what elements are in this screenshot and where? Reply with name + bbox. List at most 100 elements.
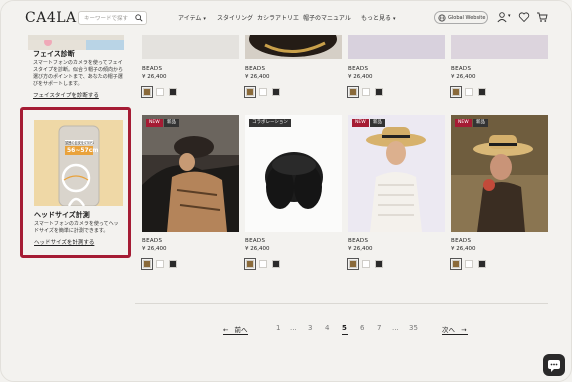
page-link[interactable]: 1 <box>276 324 280 332</box>
logo[interactable]: CA4LA <box>25 10 77 26</box>
color-swatch-white[interactable] <box>465 88 473 96</box>
next-underline <box>442 334 468 335</box>
arrow-left-icon: ← <box>223 326 229 334</box>
product-name[interactable]: BEADS <box>245 238 265 244</box>
badge-new: NEW <box>352 119 369 127</box>
badge-exclusive: 新品 <box>370 119 385 127</box>
product-price: ¥ 26,400 <box>142 246 167 252</box>
color-swatch-black[interactable] <box>272 88 280 96</box>
color-swatch-black[interactable] <box>169 260 177 268</box>
search-placeholder: キーワードで探す <box>84 16 129 22</box>
globe-icon <box>438 14 446 22</box>
product-price: ¥ 26,400 <box>348 246 373 252</box>
product-name[interactable]: BEADS <box>451 66 471 72</box>
product-price: ¥ 26,400 <box>142 74 167 80</box>
product-image[interactable] <box>451 35 548 59</box>
product-price: ¥ 26,400 <box>451 246 476 252</box>
color-swatch-brown[interactable] <box>347 258 359 270</box>
product-name[interactable]: BEADS <box>142 238 162 244</box>
color-swatch-black[interactable] <box>478 88 486 96</box>
nav-item-styling[interactable]: スタイリング <box>217 13 253 22</box>
color-swatch-white[interactable] <box>156 260 164 268</box>
product-price: ¥ 26,400 <box>348 74 373 80</box>
badge-new: NEW <box>455 119 472 127</box>
color-swatch-brown[interactable] <box>347 86 359 98</box>
color-swatch-brown[interactable] <box>141 86 153 98</box>
cart-icon[interactable] <box>536 11 548 23</box>
chat-bubble-icon <box>548 360 560 372</box>
page-ellipsis: ... <box>392 324 399 332</box>
page-link[interactable]: 7 <box>377 324 381 332</box>
color-swatch-black[interactable] <box>375 88 383 96</box>
head-size-card-image[interactable]: 頭囲の目安をSTEP1 56~57cm <box>34 120 123 207</box>
page-current[interactable]: 5 <box>342 324 347 332</box>
color-swatch-black[interactable] <box>272 260 280 268</box>
search-icon[interactable] <box>135 14 143 22</box>
color-swatch-brown[interactable] <box>244 258 256 270</box>
color-swatch-brown[interactable] <box>450 258 462 270</box>
badge-collaboration: コラボレーション <box>249 119 291 127</box>
color-swatch-black[interactable] <box>478 260 486 268</box>
divider <box>135 303 548 304</box>
product-image[interactable] <box>348 35 445 59</box>
color-swatch-white[interactable] <box>259 260 267 268</box>
search-input[interactable]: キーワードで探す <box>78 11 147 25</box>
nav-item-more[interactable]: もっと見る ▾ <box>361 13 396 22</box>
measure-value: 56~57cm <box>67 147 99 154</box>
badge-exclusive: 新品 <box>164 119 179 127</box>
product-photo <box>142 115 239 232</box>
badge-exclusive: 新品 <box>473 119 488 127</box>
user-icon[interactable] <box>496 11 508 23</box>
face-diagnosis-description: スマートフォンのカメラを使ってフェイスタイプを診断。似合う帽子の傾向から選び方の… <box>33 60 124 87</box>
color-swatch-white[interactable] <box>465 260 473 268</box>
nav-item-items[interactable]: アイテム ▾ <box>178 13 206 22</box>
page-ellipsis: ... <box>290 324 297 332</box>
product-name[interactable]: BEADS <box>348 66 368 72</box>
face-diagnosis-card-image[interactable] <box>28 35 124 50</box>
product-price: ¥ 26,400 <box>245 246 270 252</box>
face-diagnosis-title: フェイス診断 <box>33 50 75 58</box>
chevron-down-icon: ▾ <box>393 16 396 22</box>
pagination-next[interactable]: 次へ → <box>442 324 467 334</box>
head-measure-illustration <box>34 120 123 207</box>
nav-item-manual[interactable]: 帽子のマニュアル <box>303 13 351 22</box>
global-website-button[interactable]: Global Website <box>434 11 488 24</box>
color-swatch-white[interactable] <box>156 88 164 96</box>
product-photo <box>245 115 342 232</box>
page-link[interactable]: 35 <box>409 324 418 332</box>
product-image[interactable] <box>142 115 239 232</box>
product-photo <box>348 115 445 232</box>
color-swatch-brown[interactable] <box>244 86 256 98</box>
product-image[interactable] <box>142 35 239 59</box>
product-photo <box>451 115 548 232</box>
product-image[interactable] <box>451 115 548 232</box>
color-swatch-black[interactable] <box>375 260 383 268</box>
chat-button[interactable] <box>543 354 565 376</box>
prev-underline <box>223 334 248 335</box>
product-image[interactable] <box>348 115 445 232</box>
product-image[interactable] <box>245 35 342 59</box>
color-swatch-white[interactable] <box>362 260 370 268</box>
head-size-link[interactable]: ヘッドサイズを計測する <box>34 238 94 246</box>
product-price: ¥ 26,400 <box>245 74 270 80</box>
product-name[interactable]: BEADS <box>245 66 265 72</box>
product-image[interactable] <box>245 115 342 232</box>
pagination-prev[interactable]: ← 前へ <box>223 324 248 334</box>
color-swatch-white[interactable] <box>362 88 370 96</box>
face-diagnosis-link[interactable]: フェイスタイプを診断する <box>33 91 99 99</box>
product-photo <box>245 35 342 59</box>
color-swatch-white[interactable] <box>259 88 267 96</box>
nav-item-atelier[interactable]: カシラアトリエ <box>257 13 299 22</box>
page-link[interactable]: 4 <box>325 324 329 332</box>
badge-new: NEW <box>146 119 163 127</box>
page-link[interactable]: 3 <box>308 324 312 332</box>
product-name[interactable]: BEADS <box>451 238 471 244</box>
site-header: CA4LA キーワードで探す アイテム ▾ スタイリング カシラアトリエ 帽子のマ… <box>1 1 571 35</box>
page-link[interactable]: 6 <box>360 324 364 332</box>
heart-icon[interactable] <box>518 11 530 23</box>
color-swatch-black[interactable] <box>169 88 177 96</box>
product-name[interactable]: BEADS <box>348 238 368 244</box>
color-swatch-brown[interactable] <box>450 86 462 98</box>
product-name[interactable]: BEADS <box>142 66 162 72</box>
color-swatch-brown[interactable] <box>141 258 153 270</box>
